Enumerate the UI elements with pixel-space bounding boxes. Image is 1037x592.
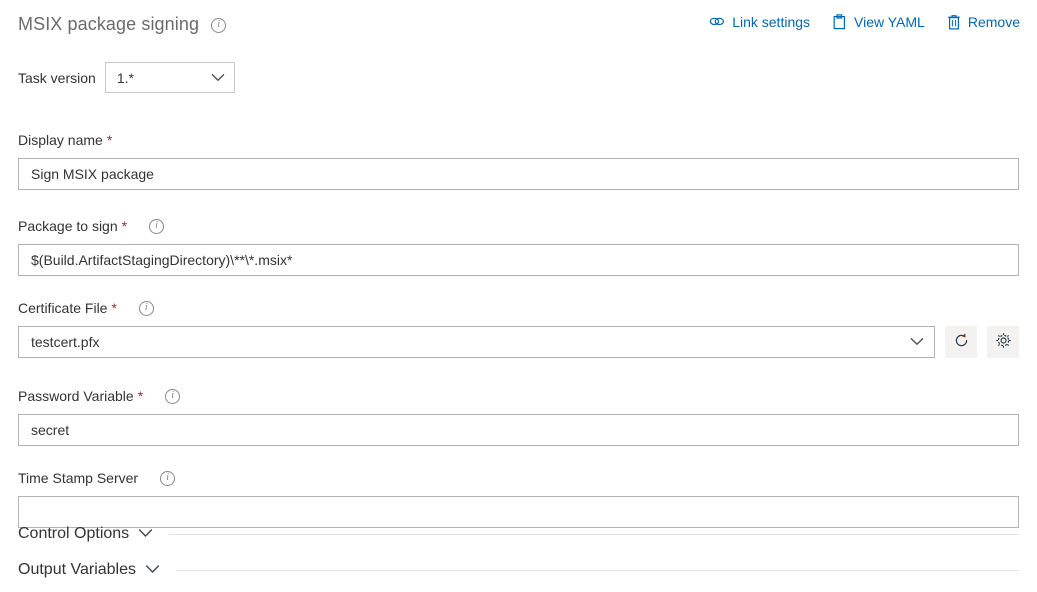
trash-icon [947,14,961,30]
display-name-value: Sign MSIX package [31,166,154,182]
panel-header: MSIX package signing i Link settings Vie… [0,0,1037,48]
package-to-sign-value: $(Build.ArtifactStagingDirectory)\**\*.m… [31,252,293,268]
clipboard-icon [832,14,847,30]
task-version-select[interactable]: 1.* [104,62,235,93]
display-name-label: Display name [18,132,103,148]
certificate-file-row: testcert.pfx [18,326,1020,358]
settings-button[interactable] [987,326,1020,358]
view-yaml-button[interactable]: View YAML [832,14,925,30]
certificate-file-label-row: Certificate File * i [18,298,1019,318]
task-configuration-panel: MSIX package signing i Link settings Vie… [0,0,1037,592]
password-variable-label: Password Variable [18,388,134,404]
header-title-group: MSIX package signing i [18,13,227,35]
info-icon[interactable]: i [165,388,181,404]
refresh-icon [953,332,970,352]
chevron-down-icon [910,333,924,351]
chevron-down-icon [138,525,153,543]
link-settings-label: Link settings [732,14,811,30]
certificate-file-label: Certificate File [18,300,108,316]
link-settings-button[interactable]: Link settings [709,14,810,30]
package-to-sign-label-row: Package to sign * i [18,216,1019,236]
link-icon [709,15,725,29]
task-version-label: Task version [18,69,96,86]
package-to-sign-input[interactable]: $(Build.ArtifactStagingDirectory)\**\*.m… [18,244,1019,276]
section-output-variables[interactable]: Output Variables [18,552,1019,588]
password-variable-label-row: Password Variable * i [18,386,1019,406]
certificate-file-select[interactable]: testcert.pfx [18,326,936,358]
refresh-button[interactable] [945,326,978,358]
collapsible-sections: Control Options Output Variables [18,516,1019,588]
required-marker: * [121,218,128,234]
task-version-row: Task version 1.* [18,62,235,93]
section-control-options[interactable]: Control Options [18,516,1019,552]
time-stamp-server-label: Time Stamp Server [18,470,139,486]
required-marker: * [111,300,117,316]
package-to-sign-label: Package to sign [18,218,118,234]
divider [169,533,1019,535]
info-icon[interactable]: i [160,470,176,486]
field-password-variable: Password Variable * i secret [18,386,1019,446]
required-marker: * [106,132,113,148]
divider [176,569,1019,571]
gear-icon [995,332,1012,352]
remove-button[interactable]: Remove [947,14,1020,30]
header-actions: Link settings View YAML Remove [709,14,1020,30]
remove-label: Remove [967,14,1020,30]
task-version-value: 1.* [116,69,134,86]
display-name-input[interactable]: Sign MSIX package [18,158,1019,190]
control-options-label: Control Options [18,525,130,542]
password-variable-value: secret [31,422,70,438]
chevron-down-icon [211,69,225,87]
info-icon[interactable]: i [138,300,154,316]
field-display-name: Display name * Sign MSIX package [18,130,1019,190]
view-yaml-label: View YAML [854,14,925,30]
display-name-label-row: Display name * [18,130,1019,150]
output-variables-label: Output Variables [18,561,136,578]
certificate-file-value: testcert.pfx [31,334,100,350]
required-marker: * [137,388,144,404]
chevron-down-icon [145,561,160,579]
time-stamp-server-label-row: Time Stamp Server i [18,468,1019,488]
info-icon[interactable]: i [211,17,227,33]
field-package-to-sign: Package to sign * i $(Build.ArtifactStag… [18,216,1019,276]
page-title: MSIX package signing [18,13,200,34]
info-icon[interactable]: i [149,218,165,234]
task-form: Display name * Sign MSIX package Package… [18,130,1020,528]
password-variable-input[interactable]: secret [18,414,1019,446]
field-certificate-file: Certificate File * i testcert.pfx [18,298,1020,358]
